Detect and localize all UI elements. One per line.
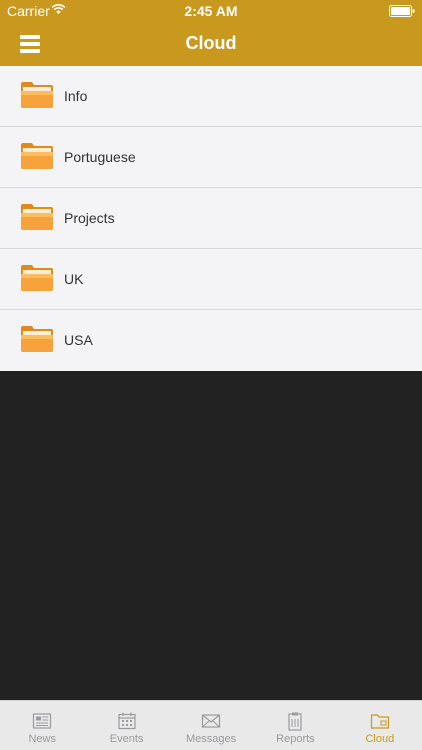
- folder-icon: [21, 265, 53, 291]
- folder-item-usa[interactable]: USA: [0, 310, 422, 371]
- folder-list: Info Portuguese Projects UK USA: [0, 66, 422, 371]
- folder-icon: [21, 82, 53, 108]
- tab-messages[interactable]: Messages: [169, 701, 253, 750]
- nav-bar: Cloud: [0, 22, 422, 66]
- folder-label: USA: [64, 332, 93, 348]
- header: Carrier 2:45 AM Cloud: [0, 0, 422, 66]
- tab-news[interactable]: News: [0, 701, 84, 750]
- folder-icon: [21, 143, 53, 169]
- tab-label: Events: [109, 733, 144, 745]
- folder-item-uk[interactable]: UK: [0, 249, 422, 310]
- folder-item-projects[interactable]: Projects: [0, 188, 422, 249]
- tab-bar: News Events Messages Reports Cloud: [0, 700, 422, 750]
- newspaper-icon: [33, 713, 52, 729]
- folder-label: Portuguese: [64, 149, 136, 165]
- status-bar: Carrier 2:45 AM: [0, 0, 422, 22]
- folder-label: UK: [64, 271, 84, 287]
- clipboard-icon: [288, 712, 303, 731]
- folder-item-info[interactable]: Info: [0, 66, 422, 127]
- tab-cloud[interactable]: Cloud: [338, 701, 422, 750]
- clock: 2:45 AM: [184, 3, 238, 19]
- folder-label: Projects: [64, 210, 115, 226]
- folder-label: Info: [64, 88, 88, 104]
- tab-events[interactable]: Events: [84, 701, 168, 750]
- calendar-icon: [118, 712, 136, 730]
- tab-label: Reports: [276, 733, 315, 745]
- tab-label: Cloud: [365, 733, 395, 745]
- envelope-icon: [201, 714, 221, 728]
- page-title: Cloud: [185, 33, 237, 53]
- folder-tab-icon: [370, 714, 389, 729]
- folder-icon: [21, 204, 53, 230]
- tab-reports[interactable]: Reports: [253, 701, 337, 750]
- tab-label: Messages: [185, 733, 237, 745]
- tab-label: News: [28, 733, 56, 745]
- battery-icon: [389, 5, 415, 17]
- folder-item-portuguese[interactable]: Portuguese: [0, 127, 422, 188]
- folder-icon: [21, 326, 53, 352]
